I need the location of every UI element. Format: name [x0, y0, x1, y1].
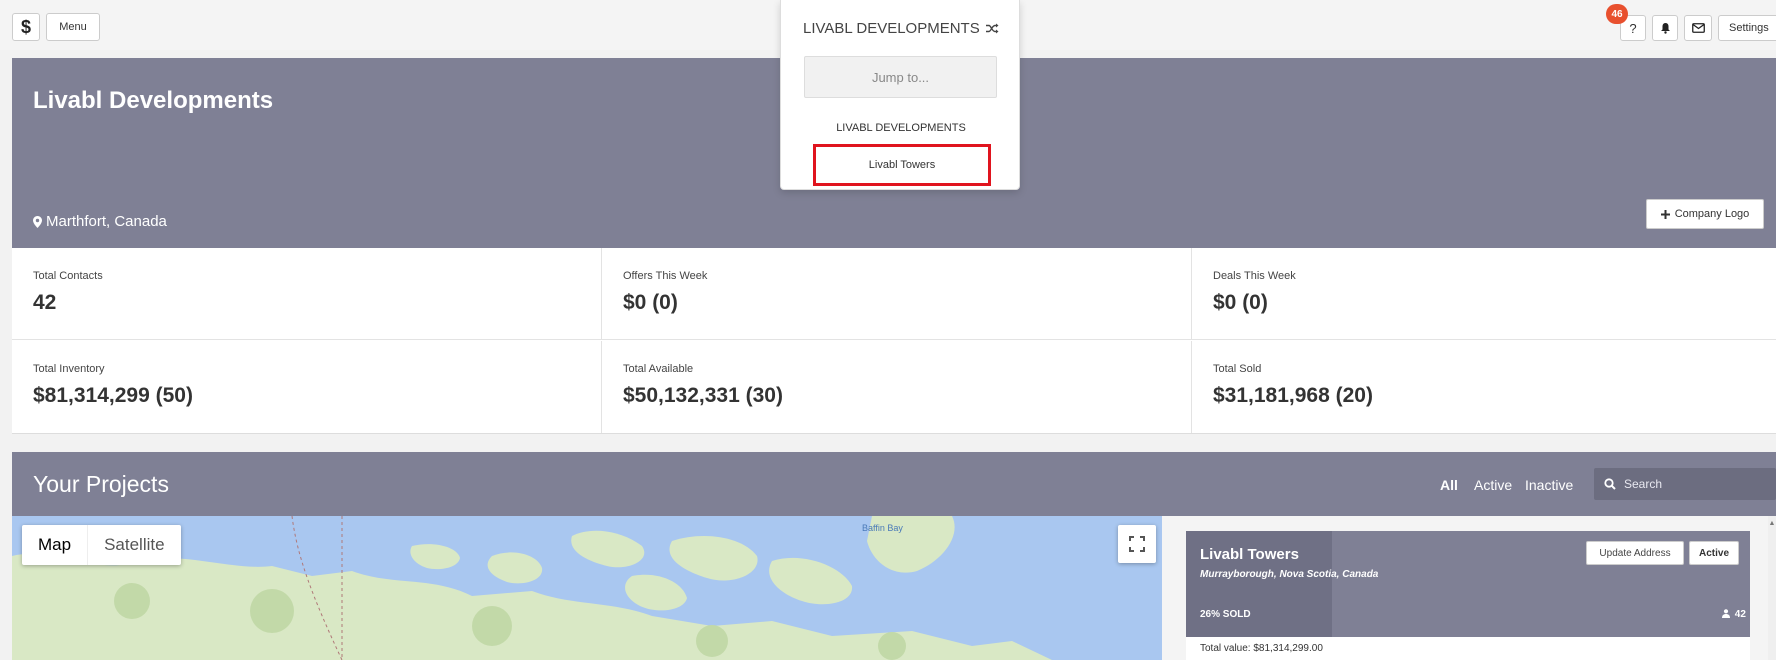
- map-label-baffin-bay: Baffin Bay: [862, 523, 903, 533]
- map-type-map[interactable]: Map: [22, 525, 89, 565]
- scroll-up-arrow-icon[interactable]: ▲: [1768, 520, 1776, 527]
- filter-inactive[interactable]: Inactive: [1525, 477, 1573, 493]
- shuffle-icon: [985, 23, 999, 34]
- dropdown-item-livabl-towers[interactable]: Livabl Towers: [813, 144, 991, 186]
- fullscreen-button[interactable]: [1118, 525, 1156, 563]
- stat-value: $50,132,331 (30): [623, 384, 783, 407]
- update-address-button[interactable]: Update Address: [1586, 541, 1684, 565]
- notification-badge: 46: [1606, 4, 1628, 24]
- company-switcher-toggle[interactable]: LIVABL DEVELOPMENTS: [803, 20, 999, 37]
- company-switcher-dropdown: LIVABL DEVELOPMENTS Jump to... LIVABL DE…: [780, 0, 1020, 190]
- company-location-text: Marthfort, Canada: [46, 213, 167, 230]
- notifications-button[interactable]: [1652, 15, 1678, 41]
- company-location: Marthfort, Canada: [33, 213, 167, 230]
- envelope-icon: [1691, 23, 1705, 33]
- menu-button[interactable]: Menu: [46, 13, 100, 41]
- project-status-button[interactable]: Active: [1689, 541, 1739, 565]
- map-type-satellite[interactable]: Satellite: [88, 525, 180, 565]
- stat-label: Total Available: [623, 363, 694, 375]
- company-logo-button[interactable]: Company Logo: [1646, 199, 1764, 229]
- stat-value: $31,181,968 (20): [1213, 384, 1373, 407]
- stat-label: Total Inventory: [33, 363, 105, 375]
- stat-total-inventory: Total Inventory $81,314,299 (50): [12, 341, 602, 433]
- stats-panel: Total Contacts 42 Offers This Week $0 (0…: [12, 248, 1776, 434]
- project-card-header: Livabl Towers Murrayborough, Nova Scotia…: [1186, 531, 1750, 637]
- stat-offers-this-week: Offers This Week $0 (0): [602, 248, 1192, 340]
- bell-icon: [1660, 23, 1670, 34]
- stat-label: Offers This Week: [623, 270, 708, 282]
- project-title[interactable]: Livabl Towers: [1200, 546, 1299, 563]
- company-name: Livabl Developments: [33, 87, 274, 114]
- plus-icon: [1660, 209, 1670, 219]
- projects-map[interactable]: Baffin Bay Map Satellite: [12, 516, 1162, 660]
- search-input[interactable]: [1624, 477, 1754, 491]
- project-contacts-count: 42: [1722, 609, 1746, 620]
- logo-button[interactable]: $: [12, 13, 40, 41]
- project-address: Murrayborough, Nova Scotia, Canada: [1200, 569, 1379, 580]
- search-icon: [1604, 478, 1616, 490]
- settings-button[interactable]: Settings: [1718, 15, 1776, 41]
- project-list-panel: Livabl Towers Murrayborough, Nova Scotia…: [1162, 516, 1776, 660]
- projects-header: Your Projects All Active Inactive: [12, 452, 1776, 516]
- project-total-value: Total value: $81,314,299.00: [1200, 643, 1323, 654]
- company-switcher-title: LIVABL DEVELOPMENTS: [803, 20, 980, 37]
- stat-total-available: Total Available $50,132,331 (30): [602, 341, 1192, 433]
- project-contacts-value: 42: [1734, 609, 1746, 620]
- stat-label: Total Contacts: [33, 270, 103, 282]
- project-sold-percent: 26% SOLD: [1200, 609, 1251, 620]
- dropdown-section-label: LIVABL DEVELOPMENTS: [836, 122, 966, 134]
- fullscreen-icon: [1129, 536, 1145, 552]
- project-card[interactable]: Livabl Towers Murrayborough, Nova Scotia…: [1186, 531, 1750, 660]
- filter-all[interactable]: All: [1440, 477, 1458, 493]
- map-pin-icon: [33, 215, 42, 228]
- map-land: [12, 516, 1052, 660]
- stat-value: $81,314,299 (50): [33, 384, 193, 407]
- stat-label: Total Sold: [1213, 363, 1262, 375]
- jump-to-input[interactable]: Jump to...: [804, 56, 997, 98]
- projects-title: Your Projects: [33, 471, 169, 497]
- stat-total-contacts: Total Contacts 42: [12, 248, 602, 340]
- messages-button[interactable]: [1684, 15, 1712, 41]
- stat-value: $0 (0): [623, 291, 678, 314]
- stat-value: 42: [33, 291, 57, 314]
- stat-label: Deals This Week: [1213, 270, 1296, 282]
- scrollbar[interactable]: ▲: [1768, 516, 1776, 660]
- project-search: [1594, 468, 1776, 500]
- user-icon: [1722, 609, 1730, 618]
- stat-value: $0 (0): [1213, 291, 1268, 314]
- stat-total-sold: Total Sold $31,181,968 (20): [1192, 341, 1776, 433]
- map-type-control: Map Satellite: [22, 525, 181, 565]
- filter-active[interactable]: Active: [1474, 477, 1512, 493]
- stat-deals-this-week: Deals This Week $0 (0): [1192, 248, 1776, 340]
- company-logo-label: Company Logo: [1674, 208, 1750, 220]
